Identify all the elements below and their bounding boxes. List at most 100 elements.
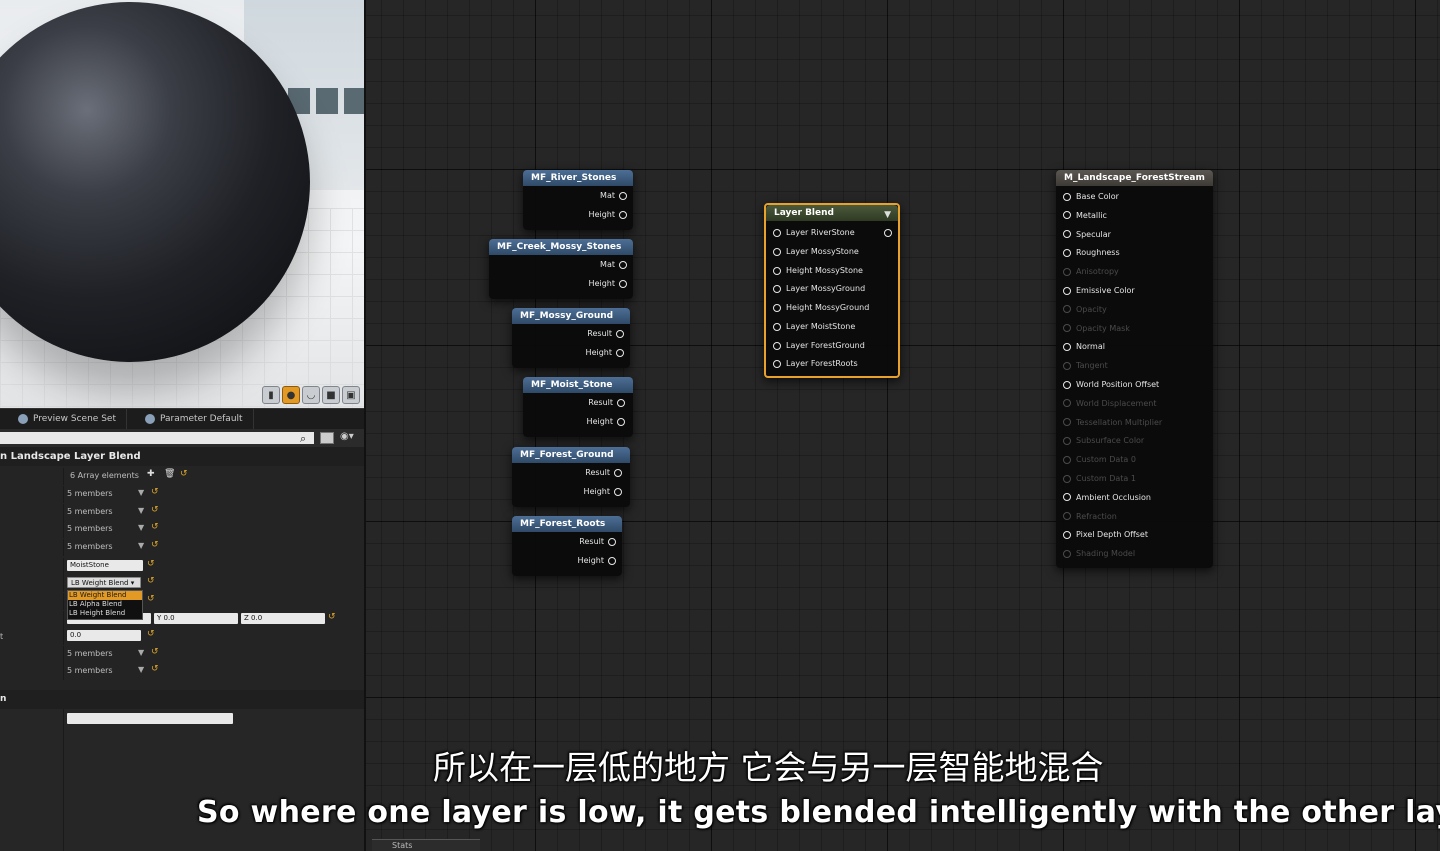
array-element-row[interactable]: 5 members ▼ ↺ [0, 504, 364, 521]
cube-icon[interactable]: ■ [322, 386, 340, 404]
pin-result[interactable]: Result [588, 398, 625, 407]
reset-icon[interactable]: ↺ [147, 559, 155, 569]
node-mf-moist-stone[interactable]: MF_Moist_Stone Result Height [523, 377, 633, 437]
pin-layer-riverstone[interactable]: Layer RiverStone [773, 228, 855, 237]
pin-custom-data-1[interactable]: Custom Data 1 [1063, 474, 1136, 483]
pin-result[interactable]: Result [587, 329, 624, 338]
pin-emissive-color[interactable]: Emissive Color [1063, 286, 1135, 295]
text-field[interactable] [67, 713, 233, 724]
array-element-row[interactable]: 5 members ▼ ↺ [0, 539, 364, 556]
reset-icon[interactable]: ↺ [151, 647, 159, 657]
pin-output[interactable] [880, 228, 892, 237]
pin-refraction[interactable]: Refraction [1063, 512, 1117, 521]
chevron-down-icon[interactable]: ▼ [138, 506, 144, 515]
chevron-down-icon[interactable]: ▼ [138, 648, 144, 657]
reset-icon[interactable]: ↺ [151, 505, 159, 515]
chevron-down-icon[interactable]: ▼ [138, 665, 144, 674]
node-material-output[interactable]: M_Landscape_ForestStream Base Color Metal… [1056, 170, 1213, 568]
category-header[interactable]: n Landscape Layer Blend [0, 447, 364, 466]
add-element-icon[interactable]: ✚ [147, 469, 155, 479]
pin-layer-mossystone[interactable]: Layer MossyStone [773, 247, 859, 256]
pin-world-displacement[interactable]: World Displacement [1063, 399, 1156, 408]
pin-mat[interactable]: Mat [600, 260, 627, 269]
chevron-down-icon[interactable]: ▼ [138, 541, 144, 550]
chevron-down-icon[interactable]: ▼ [884, 207, 891, 223]
scalar-field[interactable]: 0.0 [67, 630, 141, 641]
pin-metallic[interactable]: Metallic [1063, 211, 1107, 220]
array-element-row[interactable]: 5 members ▼ ↺ [0, 486, 364, 503]
pin-custom-data-0[interactable]: Custom Data 0 [1063, 455, 1136, 464]
pin-world-position-offset[interactable]: World Position Offset [1063, 380, 1159, 389]
array-element-row[interactable]: 5 members ▼ ↺ [0, 521, 364, 538]
reset-icon[interactable]: ↺ [151, 487, 159, 497]
pin-height[interactable]: Height [587, 417, 625, 426]
plane-icon[interactable]: ◡ [302, 386, 320, 404]
pin-result[interactable]: Result [585, 468, 622, 477]
pin-tangent[interactable]: Tangent [1063, 361, 1108, 370]
cylinder-icon[interactable]: ▮ [262, 386, 280, 404]
search-icon[interactable]: ⌕ [300, 432, 312, 445]
node-mf-creek-mossy-stones[interactable]: MF_Creek_Mossy_Stones Mat Height [489, 239, 633, 299]
reset-icon[interactable]: ↺ [147, 576, 155, 586]
pin-layer-forestroots[interactable]: Layer ForestRoots [773, 359, 858, 368]
pin-shading-model[interactable]: Shading Model [1063, 549, 1135, 558]
pin-tessellation-multiplier[interactable]: Tessellation Multiplier [1063, 418, 1162, 427]
reset-icon[interactable]: ↺ [147, 594, 155, 604]
chevron-down-icon[interactable]: ▼ [138, 523, 144, 532]
pin-roughness[interactable]: Roughness [1063, 248, 1120, 257]
tab-stats[interactable]: Stats [372, 839, 480, 851]
pin-opacity[interactable]: Opacity [1063, 305, 1107, 314]
pin-layer-mossyground[interactable]: Layer MossyGround [773, 284, 865, 293]
pin-height[interactable]: Height [584, 487, 622, 496]
pin-pixel-depth-offset[interactable]: Pixel Depth Offset [1063, 530, 1148, 539]
pin-normal[interactable]: Normal [1063, 342, 1105, 351]
reset-icon[interactable]: ↺ [151, 540, 159, 550]
option-weight-blend[interactable]: LB Weight Blend [68, 591, 142, 600]
reset-icon[interactable]: ↺ [147, 629, 155, 639]
pin-layer-moiststone[interactable]: Layer MoistStone [773, 322, 855, 331]
tab-parameter-defaults[interactable]: Parameter Default [127, 408, 254, 430]
pin-anisotropy[interactable]: Anisotropy [1063, 267, 1119, 276]
pin-layer-forestground[interactable]: Layer ForestGround [773, 341, 865, 350]
search-input[interactable] [0, 432, 314, 444]
reset-icon[interactable]: ↺ [151, 522, 159, 532]
vector-y-field[interactable]: Y 0.0 [154, 613, 238, 624]
option-alpha-blend[interactable]: LB Alpha Blend [68, 600, 142, 609]
pin-ambient-occlusion[interactable]: Ambient Occlusion [1063, 493, 1151, 502]
node-layer-blend[interactable]: Layer Blend ▼ Layer RiverStone Layer Mos… [764, 203, 900, 378]
node-mf-forest-ground[interactable]: MF_Forest_Ground Result Height [512, 447, 630, 507]
pin-height-mossystone[interactable]: Height MossyStone [773, 266, 863, 275]
eye-icon[interactable]: ◉▾ [340, 431, 354, 442]
tab-preview-scene-settings[interactable]: Preview Scene Set [0, 408, 127, 430]
reset-icon[interactable]: ↺ [180, 469, 188, 479]
category-header-2[interactable]: n [0, 690, 364, 709]
delete-icon[interactable]: 🗑 [164, 469, 175, 479]
array-element-row[interactable]: 5 members ▼ ↺ [0, 663, 364, 680]
blend-type-dropdown[interactable]: LB Weight Blend ▾ [67, 577, 141, 588]
layer-name-field[interactable]: MoistStone [67, 560, 143, 571]
option-height-blend[interactable]: LB Height Blend [68, 609, 142, 618]
pin-opacity-mask[interactable]: Opacity Mask [1063, 324, 1130, 333]
reset-icon[interactable]: ↺ [328, 612, 336, 622]
pin-specular[interactable]: Specular [1063, 230, 1111, 239]
pin-subsurface-color[interactable]: Subsurface Color [1063, 436, 1144, 445]
view-options-icon[interactable] [320, 432, 334, 444]
sphere-icon[interactable]: ● [282, 386, 300, 404]
pin-base-color[interactable]: Base Color [1063, 192, 1119, 201]
pin-height[interactable]: Height [589, 279, 627, 288]
pin-height-mossyground[interactable]: Height MossyGround [773, 303, 869, 312]
pin-height[interactable]: Height [586, 348, 624, 357]
pin-mat[interactable]: Mat [600, 191, 627, 200]
pin-height[interactable]: Height [589, 210, 627, 219]
node-mf-forest-roots[interactable]: MF_Forest_Roots Result Height [512, 516, 622, 576]
reset-icon[interactable]: ↺ [151, 664, 159, 674]
material-preview-viewport[interactable]: ▮ ● ◡ ■ ▣ [0, 0, 364, 408]
node-mf-mossy-ground[interactable]: MF_Mossy_Ground Result Height [512, 308, 630, 368]
pin-result[interactable]: Result [579, 537, 616, 546]
chevron-down-icon[interactable]: ▼ [138, 488, 144, 497]
teapot-icon[interactable]: ▣ [342, 386, 360, 404]
array-element-row[interactable]: 5 members ▼ ↺ [0, 646, 364, 663]
vector-z-field[interactable]: Z 0.0 [241, 613, 325, 624]
pin-height[interactable]: Height [578, 556, 616, 565]
node-mf-river-stones[interactable]: MF_River_Stones Mat Height [523, 170, 633, 230]
